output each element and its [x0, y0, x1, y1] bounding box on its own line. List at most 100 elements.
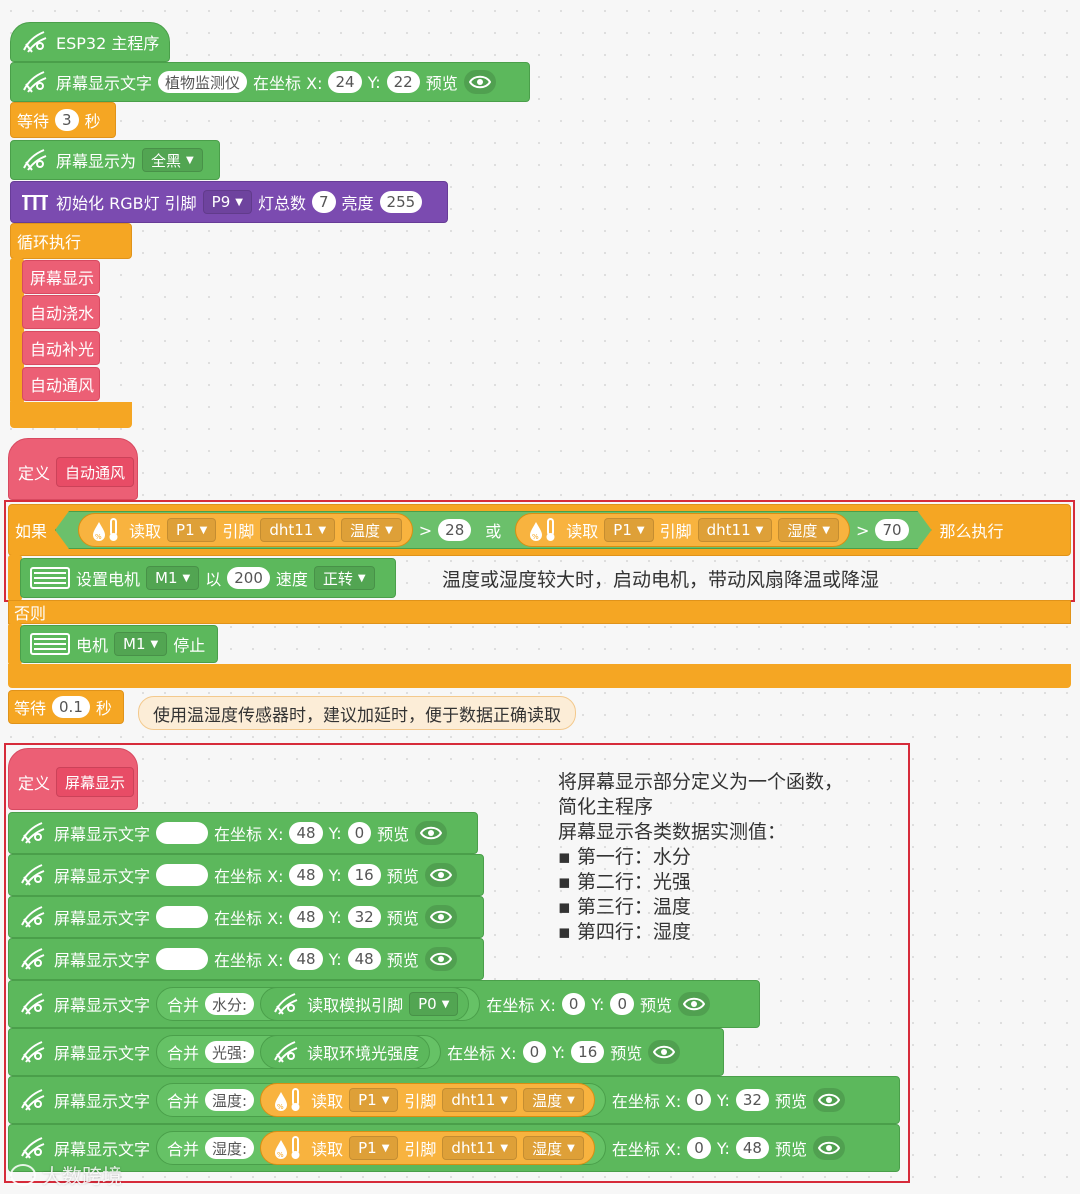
x-input[interactable]: 0	[687, 1137, 711, 1159]
display-merged-light[interactable]: 屏幕显示文字 合并 光强: 读取环境光强度 在坐标 X: 0 Y: 16 预览	[8, 1028, 724, 1076]
rgb-init-block[interactable]: 初始化 RGB灯 引脚 P9 ▼ 灯总数 7 亮度 255	[10, 181, 448, 223]
read-temp-block[interactable]: % 读取 P1 ▼ 引脚 dht11 ▼ 温度 ▼	[260, 1083, 595, 1117]
preview-eye-icon[interactable]	[463, 70, 496, 94]
display-row-3[interactable]: 屏幕显示文字 在坐标 X: 48 Y: 32 预览	[8, 896, 484, 938]
display-as-value: 全黑	[151, 151, 182, 170]
svg-text:%: %	[277, 1151, 284, 1159]
display-as-dropdown[interactable]: 全黑 ▼	[142, 148, 203, 172]
prefix-input[interactable]: 湿度:	[205, 1137, 255, 1159]
function-name-screen-display[interactable]: 屏幕显示	[56, 767, 135, 797]
wait-comment[interactable]: 使用温湿度传感器时，建议加延时，便于数据正确读取	[138, 696, 576, 730]
merge-block[interactable]: 合并 湿度: % 读取 P1 ▼ 引脚 dht11 ▼ 湿度 ▼	[156, 1131, 606, 1165]
measure-dropdown[interactable]: 温度 ▼	[523, 1088, 584, 1112]
y-input[interactable]: 48	[347, 948, 381, 970]
display-text-input[interactable]	[156, 948, 209, 970]
at-x-label: 在坐标 X:	[214, 825, 284, 844]
stop-motor-block[interactable]: 电机 M1 ▼ 停止	[20, 625, 218, 663]
preview-eye-icon[interactable]	[424, 905, 457, 929]
display-merged-humidity[interactable]: 屏幕显示文字 合并 湿度: % 读取 P1 ▼ 引脚 dht11 ▼ 湿度 ▼ 在坐标…	[8, 1124, 900, 1172]
display-text-input[interactable]	[156, 864, 209, 886]
call-screen-display[interactable]: 屏幕显示	[22, 260, 100, 294]
pin-dropdown[interactable]: P1 ▼	[349, 1088, 399, 1112]
chevron-down-icon: ▼	[381, 1094, 390, 1106]
x-input[interactable]: 48	[289, 864, 323, 886]
y-input[interactable]: 48	[735, 1137, 769, 1159]
sensor-dropdown[interactable]: dht11 ▼	[442, 1136, 518, 1160]
y-input[interactable]: 16	[347, 864, 381, 886]
define-auto-vent-block[interactable]: 定义 自动通风	[8, 438, 138, 500]
x-input[interactable]: 48	[289, 822, 323, 844]
measure-value: 温度	[532, 1091, 563, 1110]
display-text-input[interactable]	[156, 906, 209, 928]
stop-motor-dropdown[interactable]: M1 ▼	[114, 632, 168, 656]
y-input[interactable]: 16	[571, 1041, 605, 1063]
measure-dropdown[interactable]: 湿度 ▼	[523, 1136, 584, 1160]
call-auto-light[interactable]: 自动补光	[22, 331, 100, 365]
define-screen-display-block[interactable]: 定义 屏幕显示	[8, 748, 138, 810]
preview-eye-icon[interactable]	[424, 863, 457, 887]
merge-block[interactable]: 合并 水分: 读取模拟引脚 P0 ▼	[156, 987, 481, 1021]
call-auto-vent[interactable]: 自动通风	[22, 367, 100, 401]
y-input[interactable]: 32	[347, 906, 381, 928]
preview-eye-icon[interactable]	[415, 821, 448, 845]
esp32-main-hat[interactable]: ESP32 主程序	[10, 22, 170, 62]
display-text-block[interactable]: 屏幕显示文字 植物监测仪 在坐标 X: 24 Y: 22 预览	[10, 62, 530, 102]
display-row-1[interactable]: 屏幕显示文字 在坐标 X: 48 Y: 0 预览	[8, 812, 478, 854]
preview-eye-icon[interactable]	[424, 947, 457, 971]
vent-wait-input[interactable]: 0.1	[52, 696, 90, 718]
oled-hand-icon	[18, 990, 48, 1018]
stop-motor-value: M1	[123, 635, 146, 653]
display-as-block[interactable]: 屏幕显示为 全黑 ▼	[10, 140, 220, 180]
display-text-label: 屏幕显示文字	[54, 825, 151, 844]
prefix-input[interactable]: 水分:	[205, 993, 255, 1015]
preview-eye-icon[interactable]	[648, 1040, 681, 1064]
rgb-led-strip-icon	[20, 188, 50, 216]
x-input[interactable]: 24	[328, 71, 362, 93]
vent-wait-block[interactable]: 等待 0.1 秒	[8, 690, 124, 724]
call-auto-water[interactable]: 自动浇水	[22, 295, 100, 329]
oled-hand-icon	[271, 990, 301, 1018]
x-input[interactable]: 0	[522, 1041, 547, 1063]
display-merged-moisture[interactable]: 屏幕显示文字 合并 水分: 读取模拟引脚 P0 ▼ 在坐标 X: 0 Y: 0 预…	[8, 980, 760, 1028]
x-input[interactable]: 0	[687, 1089, 711, 1111]
x-input[interactable]: 48	[289, 948, 323, 970]
preview-eye-icon[interactable]	[678, 992, 711, 1016]
x-input[interactable]: 0	[561, 993, 586, 1015]
prefix-input[interactable]: 温度:	[205, 1089, 255, 1111]
rgb-count-input[interactable]: 7	[311, 191, 336, 213]
display-text-label: 屏幕显示文字	[54, 1140, 151, 1159]
sensor-dropdown[interactable]: dht11 ▼	[442, 1088, 518, 1112]
display-text-input[interactable]	[156, 822, 209, 844]
preview-eye-icon[interactable]	[813, 1136, 845, 1160]
x-input[interactable]: 48	[289, 906, 323, 928]
loop-block[interactable]: 循环执行	[10, 223, 132, 259]
y-input[interactable]: 0	[347, 822, 372, 844]
display-row-4[interactable]: 屏幕显示文字 在坐标 X: 48 Y: 48 预览	[8, 938, 484, 980]
y-input[interactable]: 0	[610, 993, 634, 1015]
wait-seconds-input[interactable]: 3	[55, 109, 79, 131]
else-block[interactable]: 否则	[8, 600, 1071, 624]
analog-pin-dropdown[interactable]: P0 ▼	[409, 992, 459, 1016]
display-row-2[interactable]: 屏幕显示文字 在坐标 X: 48 Y: 16 预览	[8, 854, 484, 896]
pin-value: P1	[358, 1091, 377, 1109]
note-line-2: 简化主程序	[558, 796, 654, 818]
display-text-input[interactable]: 植物监测仪	[158, 71, 248, 93]
note-bullet-3-text: 第三行：温度	[576, 896, 691, 918]
preview-eye-icon[interactable]	[813, 1088, 845, 1112]
rgb-pin-dropdown[interactable]: P9 ▼	[202, 190, 252, 214]
read-analog-block[interactable]: 读取模拟引脚 P0 ▼	[260, 987, 470, 1021]
rgb-brightness-input[interactable]: 255	[379, 191, 423, 213]
function-name-auto-vent[interactable]: 自动通风	[56, 457, 135, 487]
read-light-block[interactable]: 读取环境光强度	[260, 1035, 431, 1069]
chevron-down-icon: ▼	[567, 1142, 575, 1154]
pin-dropdown[interactable]: P1 ▼	[349, 1136, 399, 1160]
merge-block[interactable]: 合并 温度: % 读取 P1 ▼ 引脚 dht11 ▼ 温度 ▼	[156, 1083, 606, 1117]
display-merged-temperature[interactable]: 屏幕显示文字 合并 温度: % 读取 P1 ▼ 引脚 dht11 ▼ 温度 ▼ 在坐标…	[8, 1076, 900, 1124]
stop-motor-label: 电机	[76, 636, 109, 655]
wait-block[interactable]: 等待 3 秒	[10, 102, 116, 138]
y-input[interactable]: 22	[386, 71, 420, 93]
merge-block[interactable]: 合并 光强: 读取环境光强度	[156, 1035, 442, 1069]
read-humidity-block[interactable]: % 读取 P1 ▼ 引脚 dht11 ▼ 湿度 ▼	[260, 1131, 595, 1165]
prefix-input[interactable]: 光强:	[205, 1041, 255, 1063]
y-input[interactable]: 32	[735, 1089, 769, 1111]
